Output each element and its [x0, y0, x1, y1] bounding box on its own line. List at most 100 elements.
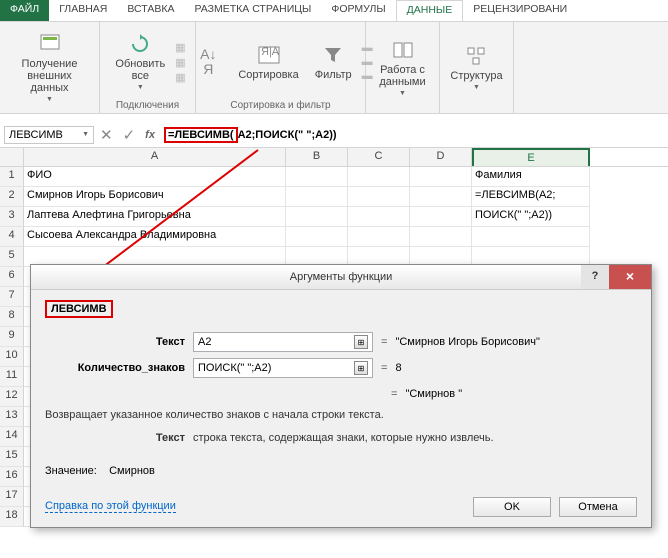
function-result: "Смирнов " — [405, 388, 462, 400]
arg-numchars-input[interactable]: ПОИСК(" ";A2) ⊞ — [193, 358, 373, 378]
sort-az-icon: A↓Я — [194, 50, 222, 74]
name-box-value: ЛЕВСИМВ — [9, 129, 63, 141]
sort-icon: Я|А — [255, 43, 283, 67]
sort-filter-group-label: Сортировка и фильтр — [230, 98, 330, 111]
tab-formulas[interactable]: ФОРМУЛЫ — [321, 0, 395, 21]
filter-button[interactable]: Фильтр — [309, 41, 358, 83]
tab-review[interactable]: РЕЦЕНЗИРОВАНИ — [463, 0, 577, 21]
cell-E4[interactable] — [472, 227, 590, 247]
row-header[interactable]: 16 — [0, 467, 24, 487]
row-header[interactable]: 15 — [0, 447, 24, 467]
col-header-B[interactable]: B — [286, 148, 348, 166]
cell-A2[interactable]: Смирнов Игорь Борисович — [24, 187, 286, 207]
formula-bar: ЛЕВСИМВ ▼ ✕ ✓ fx =ЛЕВСИМВ(A2;ПОИСК(" ";A… — [0, 122, 668, 148]
row-header[interactable]: 7 — [0, 287, 24, 307]
function-description: Возвращает указанное количество знаков с… — [45, 408, 637, 423]
cell-A4[interactable]: Сысоева Александра Владимировна — [24, 227, 286, 247]
table-row: 1ФИО Фамилия — [0, 167, 668, 187]
cell-D1[interactable] — [410, 167, 472, 187]
arg-text-input[interactable]: A2 ⊞ — [193, 332, 373, 352]
cell-A1[interactable]: ФИО — [24, 167, 286, 187]
sort-button[interactable]: Я|А Сортировка — [232, 41, 304, 83]
col-header-A[interactable]: A — [24, 148, 286, 166]
cell-D4[interactable] — [410, 227, 472, 247]
table-row: 3Лаптева Алефтина Григорьевна ПОИСК(" ";A… — [0, 207, 668, 227]
get-data-label: Получение внешних данных — [10, 58, 89, 94]
data-tools-button[interactable]: Работа с данными▼ — [373, 36, 431, 100]
row-header[interactable]: 10 — [0, 347, 24, 367]
arg-text-result: "Смирнов Игорь Борисович" — [395, 336, 539, 348]
sort-az-button[interactable]: A↓Я — [188, 48, 228, 76]
cancel-icon[interactable]: ✕ — [100, 126, 113, 144]
cell-A3[interactable]: Лаптева Алефтина Григорьевна — [24, 207, 286, 227]
cell-B3[interactable] — [286, 207, 348, 227]
cell-C2[interactable] — [348, 187, 410, 207]
select-all-corner[interactable] — [0, 148, 24, 166]
col-header-E[interactable]: E — [472, 148, 590, 166]
ribbon-tabs: ФАЙЛ ГЛАВНАЯ ВСТАВКА РАЗМЕТКА СТРАНИЦЫ Ф… — [0, 0, 668, 22]
tab-insert[interactable]: ВСТАВКА — [117, 0, 184, 21]
structure-button[interactable]: Структура▼ — [444, 42, 508, 94]
row-header[interactable]: 12 — [0, 387, 24, 407]
row-header[interactable]: 13 — [0, 407, 24, 427]
enter-icon[interactable]: ✓ — [123, 126, 136, 144]
row-header[interactable]: 4 — [0, 227, 24, 247]
col-header-D[interactable]: D — [410, 148, 472, 166]
function-arguments-dialog: Аргументы функции ? × ЛЕВСИМВ Текст A2 ⊞… — [30, 264, 652, 528]
range-selector-icon[interactable]: ⊞ — [354, 335, 368, 349]
value-label: Значение: — [45, 465, 97, 477]
row-header[interactable]: 14 — [0, 427, 24, 447]
row-header[interactable]: 1 — [0, 167, 24, 187]
row-header[interactable]: 8 — [0, 307, 24, 327]
refresh-label: Обновить все — [115, 58, 165, 82]
cell-E3[interactable]: ПОИСК(" ";A2)) — [472, 207, 590, 227]
cell-E1[interactable]: Фамилия — [472, 167, 590, 187]
ribbon-content: Получение внешних данных▼ Обновить все▼ … — [0, 22, 668, 114]
formula-highlight: =ЛЕВСИМВ( — [164, 127, 238, 143]
tab-home[interactable]: ГЛАВНАЯ — [49, 0, 117, 21]
formula-input[interactable]: =ЛЕВСИМВ(A2;ПОИСК(" ";A2)) — [161, 124, 664, 146]
data-tools-label: Работа с данными — [379, 64, 425, 88]
refresh-all-button[interactable]: Обновить все▼ — [109, 30, 171, 94]
cancel-button[interactable]: Отмена — [559, 497, 637, 517]
row-header[interactable]: 6 — [0, 267, 24, 287]
cell-C4[interactable] — [348, 227, 410, 247]
cell-B4[interactable] — [286, 227, 348, 247]
row-header[interactable]: 5 — [0, 247, 24, 267]
cell-D3[interactable] — [410, 207, 472, 227]
function-name-highlight: ЛЕВСИМВ — [45, 300, 113, 318]
fx-icon[interactable]: fx — [145, 129, 155, 141]
value-result: Смирнов — [109, 465, 155, 477]
function-help-link[interactable]: Справка по этой функции — [45, 500, 176, 513]
row-header[interactable]: 2 — [0, 187, 24, 207]
row-header[interactable]: 17 — [0, 487, 24, 507]
tab-data[interactable]: ДАННЫЕ — [396, 0, 464, 21]
chevron-down-icon: ▼ — [82, 131, 89, 138]
tab-layout[interactable]: РАЗМЕТКА СТРАНИЦЫ — [184, 0, 321, 21]
get-external-data-button[interactable]: Получение внешних данных▼ — [4, 30, 95, 106]
filter-icon — [319, 43, 347, 67]
dialog-close-button[interactable]: × — [609, 265, 651, 289]
ok-button[interactable]: OK — [473, 497, 551, 517]
row-header[interactable]: 11 — [0, 367, 24, 387]
range-selector-icon[interactable]: ⊞ — [354, 361, 368, 375]
cell-D2[interactable] — [410, 187, 472, 207]
row-header[interactable]: 18 — [0, 507, 24, 527]
refresh-icon — [126, 32, 154, 56]
cell-B2[interactable] — [286, 187, 348, 207]
cell-C1[interactable] — [348, 167, 410, 187]
tab-file[interactable]: ФАЙЛ — [0, 0, 49, 21]
arg-text-value: A2 — [198, 336, 211, 348]
structure-icon — [463, 44, 491, 68]
cell-C3[interactable] — [348, 207, 410, 227]
name-box[interactable]: ЛЕВСИМВ ▼ — [4, 126, 94, 144]
arg-desc-text: строка текста, содержащая знаки, которые… — [193, 431, 637, 446]
cell-E2[interactable]: =ЛЕВСИМВ(A2; — [472, 187, 590, 207]
dialog-help-button[interactable]: ? — [581, 265, 609, 289]
dialog-titlebar[interactable]: Аргументы функции ? × — [31, 265, 651, 290]
row-header[interactable]: 3 — [0, 207, 24, 227]
col-header-C[interactable]: C — [348, 148, 410, 166]
connections-small-icons[interactable]: ▦▦▦ — [175, 41, 185, 84]
row-header[interactable]: 9 — [0, 327, 24, 347]
cell-B1[interactable] — [286, 167, 348, 187]
